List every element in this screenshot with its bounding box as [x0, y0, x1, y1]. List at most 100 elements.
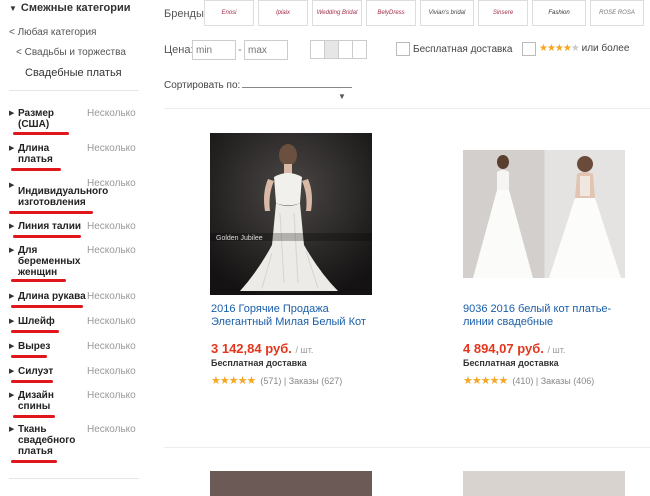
filter-state: Несколько	[87, 390, 136, 401]
price-unit: / шт.	[547, 345, 566, 355]
brand-logo[interactable]: Sinsere	[478, 0, 528, 26]
rating-more-label: или более	[581, 43, 630, 54]
sort-dropdown[interactable]	[242, 87, 352, 88]
product-image[interactable]	[210, 471, 372, 496]
rating-checkbox[interactable]	[522, 42, 536, 56]
filter-label: Индивидуального изготовления	[18, 186, 109, 208]
free-shipping-label: Бесплатная доставка	[211, 358, 307, 368]
price-value: 4 894,07 руб.	[463, 341, 544, 356]
triangle-right-icon: ▶	[9, 318, 15, 325]
brand-logo[interactable]: Iplaix	[258, 0, 308, 26]
order-count: Заказы (406)	[540, 376, 595, 386]
red-underline	[11, 380, 53, 383]
brand-logo[interactable]: Vivian's bridal	[420, 0, 474, 26]
red-underline	[11, 279, 66, 282]
filter-label: Дизайн спины	[18, 390, 54, 412]
price-unit: / шт.	[295, 345, 314, 355]
view-option[interactable]	[352, 40, 367, 59]
star-icons: ★★★★	[539, 43, 572, 54]
product-rating: ★★★★★ (410) | Заказы (406)	[463, 375, 595, 387]
filter-label: Длина платья	[18, 143, 53, 165]
star-icons: ★★★★★	[211, 375, 256, 387]
filter-state: Несколько	[87, 424, 136, 435]
red-underline	[11, 305, 83, 308]
triangle-right-icon: ▶	[9, 110, 15, 117]
weddings-category-link[interactable]: < Свадьбы и торжества	[16, 47, 126, 58]
review-count[interactable]: (571)	[260, 376, 281, 386]
brand-logo[interactable]: ROSE ROSA	[590, 0, 644, 26]
price-max-input[interactable]	[244, 40, 288, 60]
review-count[interactable]: (410)	[512, 376, 533, 386]
view-option[interactable]	[310, 40, 325, 59]
triangle-right-icon: ▶	[9, 182, 15, 189]
divider	[9, 478, 139, 479]
red-underline	[11, 355, 47, 358]
price-label: Цена:	[164, 44, 194, 56]
product-price: 3 142,84 руб. / шт.	[211, 341, 313, 356]
triangle-right-icon: ▶	[9, 247, 15, 254]
price-value: 3 142,84 руб.	[211, 341, 292, 356]
free-shipping-label: Бесплатная доставка	[413, 44, 513, 55]
watermark-text: Golden Jubilee	[216, 235, 263, 242]
product-title[interactable]: 2016 Горячие Продажа Элегантный Милая Бе…	[211, 303, 386, 329]
red-underline	[11, 460, 57, 463]
star-icons: ★★★★★	[463, 375, 508, 387]
filter-state: Несколько	[87, 366, 136, 377]
brand-logo[interactable]: Fashion	[532, 0, 586, 26]
triangle-right-icon: ▶	[9, 145, 15, 152]
sidebar: ▼ Смежные категории < Любая категория < С…	[0, 0, 140, 496]
product-rating: ★★★★★ (571) | Заказы (627)	[211, 375, 343, 387]
red-underline	[13, 235, 81, 238]
free-shipping-label: Бесплатная доставка	[463, 358, 559, 368]
dress-image: Golden Jubilee	[210, 133, 372, 295]
rating-filter: ★★★★★ или более	[539, 43, 629, 54]
filter-state: Несколько	[87, 341, 136, 352]
related-categories-header[interactable]: ▼ Смежные категории	[9, 2, 131, 14]
order-count: Заказы (627)	[288, 376, 343, 386]
divider	[164, 447, 650, 448]
brand-logo[interactable]: Wedding Bridal	[312, 0, 362, 26]
brand-logo[interactable]: Enosi	[204, 0, 254, 26]
product-image[interactable]	[463, 471, 625, 496]
filter-label: Ткань свадебного платья	[18, 424, 76, 457]
price-dash: -	[238, 44, 242, 56]
red-underline	[11, 168, 61, 171]
dress-image	[463, 150, 625, 278]
view-toggle[interactable]	[310, 40, 367, 59]
triangle-right-icon: ▶	[9, 368, 15, 375]
red-underline	[11, 330, 59, 333]
star-empty-icon: ★	[570, 43, 580, 54]
sort-label: Сортировать по:	[164, 80, 241, 91]
triangle-down-icon: ▼	[9, 4, 17, 13]
filter-state: Несколько	[87, 178, 136, 189]
brand-logo[interactable]: BelyDress	[366, 0, 416, 26]
filter-state: Несколько	[87, 221, 136, 232]
product-image[interactable]	[463, 150, 625, 278]
filter-state: Несколько	[87, 245, 136, 256]
view-option[interactable]	[338, 40, 353, 59]
triangle-right-icon: ▶	[9, 343, 15, 350]
product-price: 4 894,07 руб. / шт.	[463, 341, 565, 356]
view-option[interactable]	[324, 40, 339, 59]
filter-state: Несколько	[87, 291, 136, 302]
filter-label: Размер (США)	[18, 108, 55, 130]
price-min-input[interactable]	[192, 40, 236, 60]
any-category-link[interactable]: < Любая категория	[9, 27, 96, 38]
triangle-right-icon: ▶	[9, 426, 15, 433]
chevron-down-icon[interactable]: ▼	[338, 92, 346, 101]
current-category: Свадебные платья	[25, 67, 122, 79]
product-image[interactable]: Golden Jubilee	[210, 133, 372, 295]
filter-state: Несколько	[87, 143, 136, 154]
divider	[9, 90, 139, 91]
red-underline	[9, 211, 93, 214]
product-title[interactable]: 9036 2016 белый кот платье-линии свадебн…	[463, 303, 633, 329]
divider	[164, 108, 650, 109]
red-underline	[13, 415, 55, 418]
triangle-right-icon: ▶	[9, 293, 15, 300]
filter-label: Для беременных женщин	[18, 245, 81, 278]
filter-state: Несколько	[87, 316, 136, 327]
free-shipping-checkbox[interactable]	[396, 42, 410, 56]
triangle-right-icon: ▶	[9, 223, 15, 230]
triangle-right-icon: ▶	[9, 392, 15, 399]
brands-label: Бренды:	[164, 8, 207, 20]
